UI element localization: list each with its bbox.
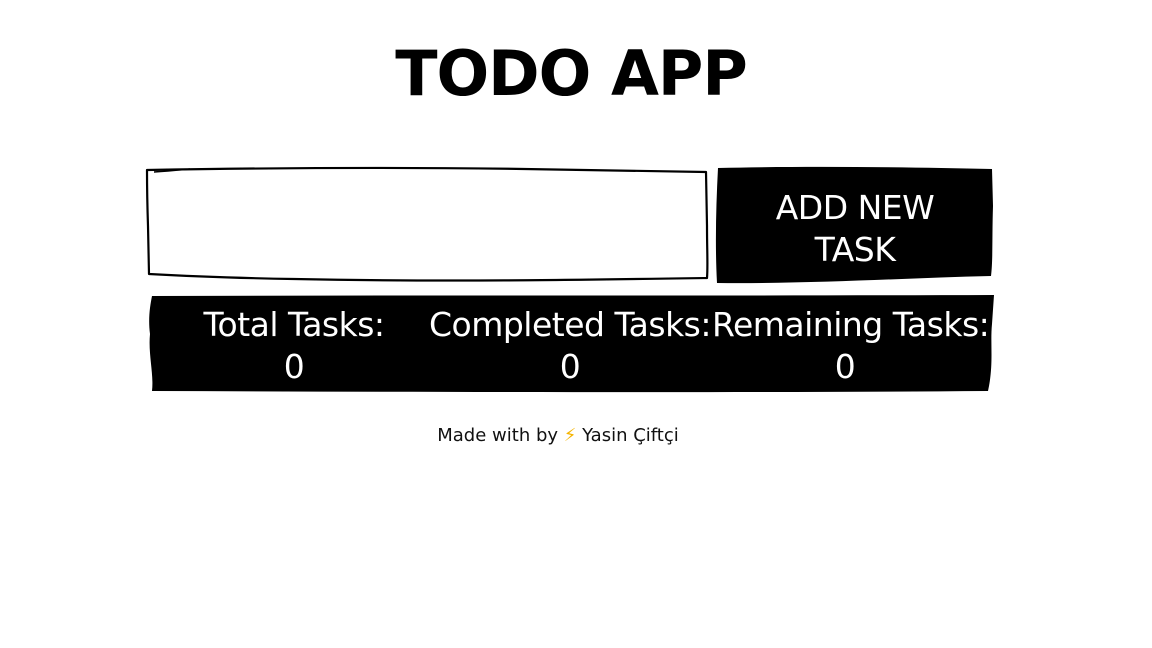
footer-credit: Made with by ⚡ Yasin Çiftçi (0, 424, 1116, 448)
add-button-label: ADD NEW TASK (714, 187, 996, 271)
task-input-container (144, 166, 710, 284)
footer-prefix: Made with by (437, 425, 559, 446)
stat-completed-tasks: Completed Tasks: 0 (428, 304, 712, 388)
task-input[interactable] (150, 174, 702, 274)
stat-completed-label: Completed Tasks: (428, 305, 712, 344)
add-button-label-line1: ADD NEW (775, 188, 935, 227)
lightning-bolt-icon: ⚡ (563, 425, 577, 446)
stat-total-value: 0 (283, 347, 305, 386)
stat-remaining-tasks: Remaining Tasks: 0 (712, 304, 990, 388)
stat-remaining-value: 0 (834, 347, 856, 386)
stat-completed-value: 0 (559, 347, 581, 386)
footer-author: Yasin Çiftçi (582, 425, 679, 446)
stat-total-tasks: Total Tasks: 0 (184, 304, 404, 388)
stat-total-label: Total Tasks: (203, 305, 385, 344)
stat-remaining-label: Remaining Tasks: (712, 305, 990, 344)
add-new-task-button[interactable]: ADD NEW TASK (714, 166, 996, 286)
task-stats-bar: Total Tasks: 0 Completed Tasks: 0 Remain… (144, 294, 996, 394)
add-button-label-line2: TASK (814, 230, 896, 269)
page-title: TODO APP (395, 37, 748, 110)
